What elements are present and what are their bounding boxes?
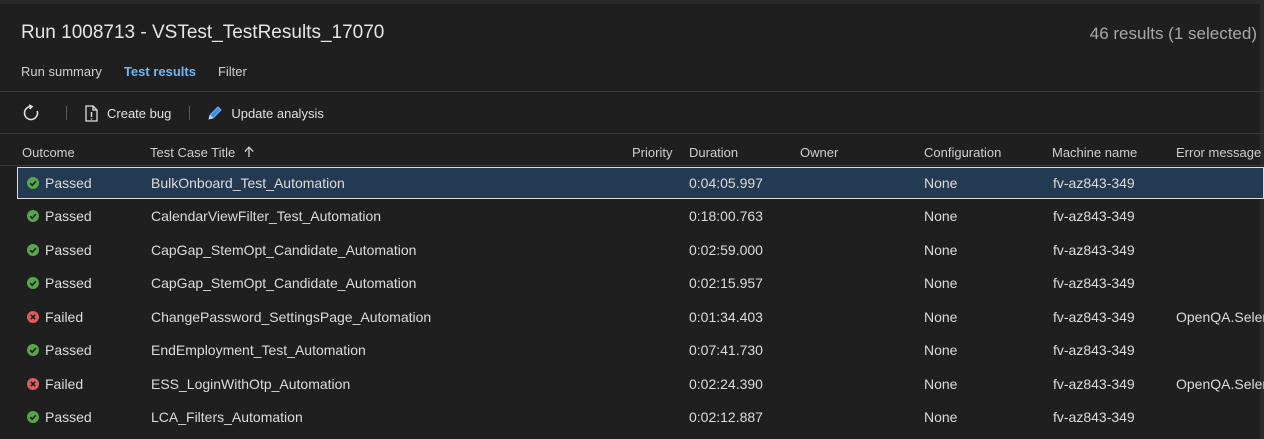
bug-document-icon [85,104,98,122]
header-divider [0,165,1264,166]
tab-run-summary[interactable]: Run summary [21,64,102,79]
passed-icon [27,344,39,356]
outcome-label: Passed [45,275,92,291]
toolbar-divider-line [0,133,1264,134]
toolbar: Create bug Update analysis [22,98,324,128]
column-header-machine[interactable]: Machine name [1052,145,1137,160]
cell-title: ChangePassword_SettingsPage_Automation [151,309,432,325]
cell-configuration: None [924,242,958,258]
cell-duration: 0:02:24.390 [689,376,763,392]
toolbar-divider [66,106,67,120]
pencil-icon [208,106,223,120]
column-header-duration[interactable]: Duration [689,145,738,160]
column-header-outcome[interactable]: Outcome [22,145,75,160]
page-title: Run 1008713 - VSTest_TestResults_17070 [21,22,385,43]
cell-configuration: None [924,175,958,191]
column-header-title[interactable]: Test Case Title [150,145,255,160]
table-row[interactable]: Passed LCA_Filters_Automation 0:02:12.887 N… [17,401,1264,433]
table-row[interactable]: Passed BulkOnboard_Test_Automation 0:04:05… [17,167,1264,199]
cell-configuration: None [924,342,958,358]
failed-icon [27,378,39,390]
cell-title: CapGap_StemOpt_Candidate_Automation [151,242,417,258]
column-header-owner[interactable]: Owner [800,145,838,160]
passed-icon [27,244,39,256]
create-bug-button[interactable]: Create bug [84,104,172,122]
sort-ascending-icon [244,146,254,157]
passed-icon [27,177,39,189]
failed-icon [27,311,39,323]
cell-duration: 0:02:12.887 [689,409,763,425]
top-border [0,0,1264,4]
table-row[interactable]: Passed CalendarViewFilter_Test_Automation… [17,200,1264,232]
tabs-divider [0,91,1264,92]
cell-configuration: None [924,376,958,392]
cell-machine: fv-az843-349 [1053,175,1135,191]
outcome-label: Failed [45,376,84,392]
table-header: Outcome Test Case Title Priority Duratio… [0,142,1264,162]
passed-icon [27,277,39,289]
cell-error: OpenQA.Seler [1176,376,1264,392]
column-header-configuration[interactable]: Configuration [924,145,1001,160]
update-analysis-label: Update analysis [231,105,324,121]
cell-machine: fv-az843-349 [1053,242,1135,258]
outcome-label: Passed [45,208,92,224]
refresh-button[interactable] [22,104,48,122]
cell-configuration: None [924,409,958,425]
cell-duration: 0:02:59.000 [689,242,763,258]
cell-machine: fv-az843-349 [1053,309,1135,325]
cell-machine: fv-az843-349 [1053,376,1135,392]
cell-duration: 0:07:41.730 [689,342,763,358]
cell-machine: fv-az843-349 [1053,208,1135,224]
cell-machine: fv-az843-349 [1053,275,1135,291]
cell-title: LCA_Filters_Automation [151,409,303,425]
cell-configuration: None [924,208,958,224]
passed-icon [27,411,39,423]
cell-error: OpenQA.Seler [1176,309,1264,325]
cell-duration: 0:01:34.403 [689,309,763,325]
toolbar-divider [189,106,191,120]
table-row[interactable]: Passed CapGap_StemOpt_Candidate_Automatio… [17,267,1264,299]
refresh-icon [23,104,39,121]
cell-title: BulkOnboard_Test_Automation [151,175,345,191]
table-row[interactable]: Failed ESS_LoginWithOtp_Automation 0:02:24… [17,368,1264,400]
passed-icon [27,210,39,222]
column-header-error[interactable]: Error message [1176,145,1261,160]
outcome-label: Passed [45,409,92,425]
cell-duration: 0:04:05.997 [689,175,763,191]
table-row[interactable]: Passed CapGap_StemOpt_Candidate_Automatio… [17,234,1264,266]
cell-title: CapGap_StemOpt_Candidate_Automation [151,275,417,291]
tab-bar: Run summary Test results Filter [21,64,247,79]
cell-title: CalendarViewFilter_Test_Automation [151,208,382,224]
column-header-title-label: Test Case Title [150,145,236,160]
cell-machine: fv-az843-349 [1053,409,1135,425]
cell-duration: 0:02:15.957 [689,275,763,291]
cell-machine: fv-az843-349 [1053,342,1135,358]
cell-title: ESS_LoginWithOtp_Automation [151,376,351,392]
create-bug-label: Create bug [107,105,172,121]
cell-configuration: None [924,275,958,291]
outcome-label: Passed [45,175,92,191]
results-count: 46 results (1 selected) [1089,24,1257,43]
cell-configuration: None [924,309,958,325]
outcome-label: Passed [45,242,92,258]
cell-duration: 0:18:00.763 [689,208,763,224]
tab-test-results[interactable]: Test results [124,64,196,79]
column-header-priority[interactable]: Priority [632,145,672,160]
table-row[interactable]: Passed EndEmployment_Test_Automation 0:07:… [17,334,1264,366]
tab-filter[interactable]: Filter [218,64,247,79]
outcome-label: Passed [45,342,92,358]
table-row[interactable]: Failed ChangePassword_SettingsPage_Automa… [17,301,1264,333]
cell-title: EndEmployment_Test_Automation [151,342,366,358]
outcome-label: Failed [45,309,84,325]
update-analysis-button[interactable]: Update analysis [207,105,324,121]
